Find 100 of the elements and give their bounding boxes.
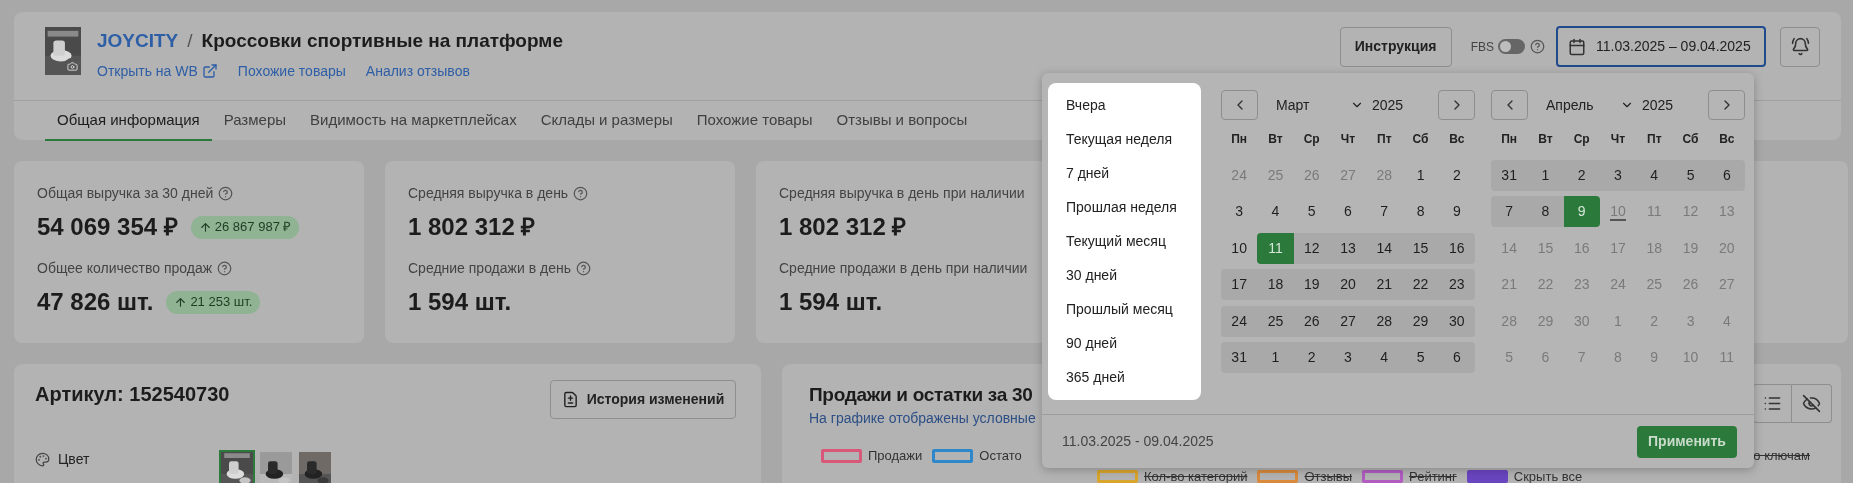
tab[interactable]: Склады и размеры xyxy=(528,101,685,141)
help-icon[interactable] xyxy=(217,260,233,276)
next-month-button[interactable] xyxy=(1438,90,1475,120)
color-thumbnail[interactable] xyxy=(219,450,255,483)
calendar-day[interactable]: 1 xyxy=(1527,160,1564,191)
calendar-day[interactable]: 27 xyxy=(1329,305,1367,337)
fbs-label: FBS xyxy=(1470,38,1494,56)
help-icon[interactable] xyxy=(1530,39,1545,54)
tab[interactable]: Отзывы и вопросы xyxy=(824,101,980,141)
legend-label[interactable]: о ключам xyxy=(1753,449,1810,463)
legend-swatch[interactable] xyxy=(821,449,862,463)
calendar-day[interactable]: 8 xyxy=(1402,196,1439,228)
calendar-day[interactable]: 10 xyxy=(1221,232,1258,264)
legend-label[interactable]: Скрыть все xyxy=(1513,469,1583,483)
instruction-button[interactable]: Инструкция xyxy=(1339,26,1452,67)
date-range-field[interactable]: 11.03.2025 – 09.04.2025 xyxy=(1556,26,1766,67)
calendar-day[interactable]: 2 xyxy=(1438,160,1475,191)
calendar-day[interactable]: 25 xyxy=(1257,305,1294,337)
calendar-day[interactable]: 6 xyxy=(1438,341,1475,373)
calendar-day[interactable]: 14 xyxy=(1366,232,1403,264)
preset-option[interactable]: 30 дней xyxy=(1048,258,1201,292)
year-select[interactable]: 2025 xyxy=(1372,94,1404,116)
tab[interactable]: Общая информация xyxy=(45,101,212,141)
preset-option[interactable]: Прошлая неделя xyxy=(1048,190,1201,224)
help-icon[interactable] xyxy=(575,260,591,276)
calendar-day[interactable]: 15 xyxy=(1402,232,1439,264)
calendar-day[interactable]: 7 xyxy=(1366,196,1403,228)
calendar-day[interactable]: 8 xyxy=(1527,196,1564,228)
calendar-day[interactable]: 23 xyxy=(1438,269,1475,301)
preset-option[interactable]: 90 дней xyxy=(1048,326,1201,360)
calendar-day[interactable]: 19 xyxy=(1293,269,1330,301)
help-icon[interactable] xyxy=(218,185,234,201)
preset-option[interactable]: 365 дней xyxy=(1048,360,1201,394)
calendar-day[interactable]: 2 xyxy=(1563,160,1600,191)
month-select[interactable]: Март xyxy=(1276,94,1364,116)
calendar-day[interactable]: 4 xyxy=(1257,196,1294,228)
calendar-day[interactable]: 21 xyxy=(1366,269,1403,301)
legend-swatch[interactable] xyxy=(932,449,974,463)
legend-label[interactable]: Продажи xyxy=(868,449,923,463)
calendar-day[interactable]: 24 xyxy=(1221,305,1258,337)
calendar-day[interactable]: 16 xyxy=(1438,232,1475,264)
year-select[interactable]: 2025 xyxy=(1642,94,1674,116)
calendar-day[interactable]: 6 xyxy=(1708,160,1745,191)
previous-month-button[interactable] xyxy=(1491,90,1528,120)
legend-label[interactable]: Кол-во категорий xyxy=(1144,469,1248,483)
legend-label[interactable]: Остато xyxy=(979,449,1022,463)
calendar-day[interactable]: 12 xyxy=(1293,232,1330,264)
calendar-day[interactable]: 30 xyxy=(1438,305,1475,337)
calendar-day[interactable]: 3 xyxy=(1329,341,1367,373)
preset-option[interactable]: Прошлый месяц xyxy=(1048,292,1201,326)
calendar-day[interactable]: 3 xyxy=(1599,160,1637,191)
notifications-button[interactable] xyxy=(1780,26,1820,67)
preset-option[interactable]: Текущая неделя xyxy=(1048,122,1201,156)
previous-month-button[interactable] xyxy=(1221,90,1258,120)
calendar-day[interactable]: 22 xyxy=(1402,269,1439,301)
calendar-day[interactable]: 13 xyxy=(1329,232,1367,264)
calendar-day[interactable]: 5 xyxy=(1402,341,1439,373)
calendar-day[interactable]: 4 xyxy=(1366,341,1403,373)
next-month-button[interactable] xyxy=(1708,90,1745,120)
calendar-day[interactable]: 31 xyxy=(1221,341,1258,373)
weekday-label: Сб xyxy=(1411,131,1430,148)
hide-button[interactable] xyxy=(1792,384,1832,423)
calendar-day[interactable]: 1 xyxy=(1257,341,1294,373)
product-thumbnail[interactable] xyxy=(45,27,81,75)
calendar-day[interactable]: 17 xyxy=(1221,269,1258,301)
color-thumbnail[interactable] xyxy=(258,450,294,483)
color-thumbnail[interactable] xyxy=(297,450,333,483)
calendar-day[interactable]: 9 xyxy=(1438,196,1475,228)
legend-swatch[interactable] xyxy=(1466,470,1508,483)
help-icon[interactable] xyxy=(573,185,589,201)
calendar-day[interactable]: 2 xyxy=(1293,341,1330,373)
calendar-day[interactable]: 11 xyxy=(1257,232,1294,264)
calendar-day[interactable]: 9 xyxy=(1563,196,1600,228)
apply-button[interactable]: Применить xyxy=(1637,425,1737,458)
legend-label[interactable]: Рейтинг xyxy=(1409,469,1457,483)
tab[interactable]: Видимость на маркетплейсах xyxy=(298,101,529,141)
bell-icon xyxy=(1790,37,1810,56)
calendar-day[interactable]: 29 xyxy=(1402,305,1439,337)
fbs-toggle[interactable] xyxy=(1498,39,1525,54)
calendar-day[interactable]: 3 xyxy=(1221,196,1258,228)
tab[interactable]: Похожие товары xyxy=(684,101,825,141)
calendar-day[interactable]: 18 xyxy=(1257,269,1294,301)
calendar-day[interactable]: 6 xyxy=(1329,196,1367,228)
preset-option[interactable]: Вчера xyxy=(1048,88,1201,122)
calendar-day[interactable]: 4 xyxy=(1636,160,1673,191)
calendar-day[interactable]: 5 xyxy=(1293,196,1330,228)
history-button[interactable]: История изменений xyxy=(550,380,736,419)
preset-option[interactable]: 7 дней xyxy=(1048,156,1201,190)
calendar-day[interactable]: 28 xyxy=(1366,305,1403,337)
calendar-day[interactable]: 1 xyxy=(1402,160,1439,191)
calendar-day[interactable]: 26 xyxy=(1293,305,1330,337)
calendar-day[interactable]: 31 xyxy=(1491,160,1528,191)
preset-option[interactable]: Текущий месяц xyxy=(1048,224,1201,258)
stat-value: 1 594 шт. xyxy=(779,287,883,317)
legend-label[interactable]: Отзывы xyxy=(1304,469,1353,483)
calendar-day[interactable]: 7 xyxy=(1491,196,1528,228)
calendar-day[interactable]: 20 xyxy=(1329,269,1367,301)
month-select[interactable]: Апрель xyxy=(1546,94,1634,116)
tab[interactable]: Размеры xyxy=(211,101,298,141)
calendar-day[interactable]: 5 xyxy=(1672,160,1709,191)
